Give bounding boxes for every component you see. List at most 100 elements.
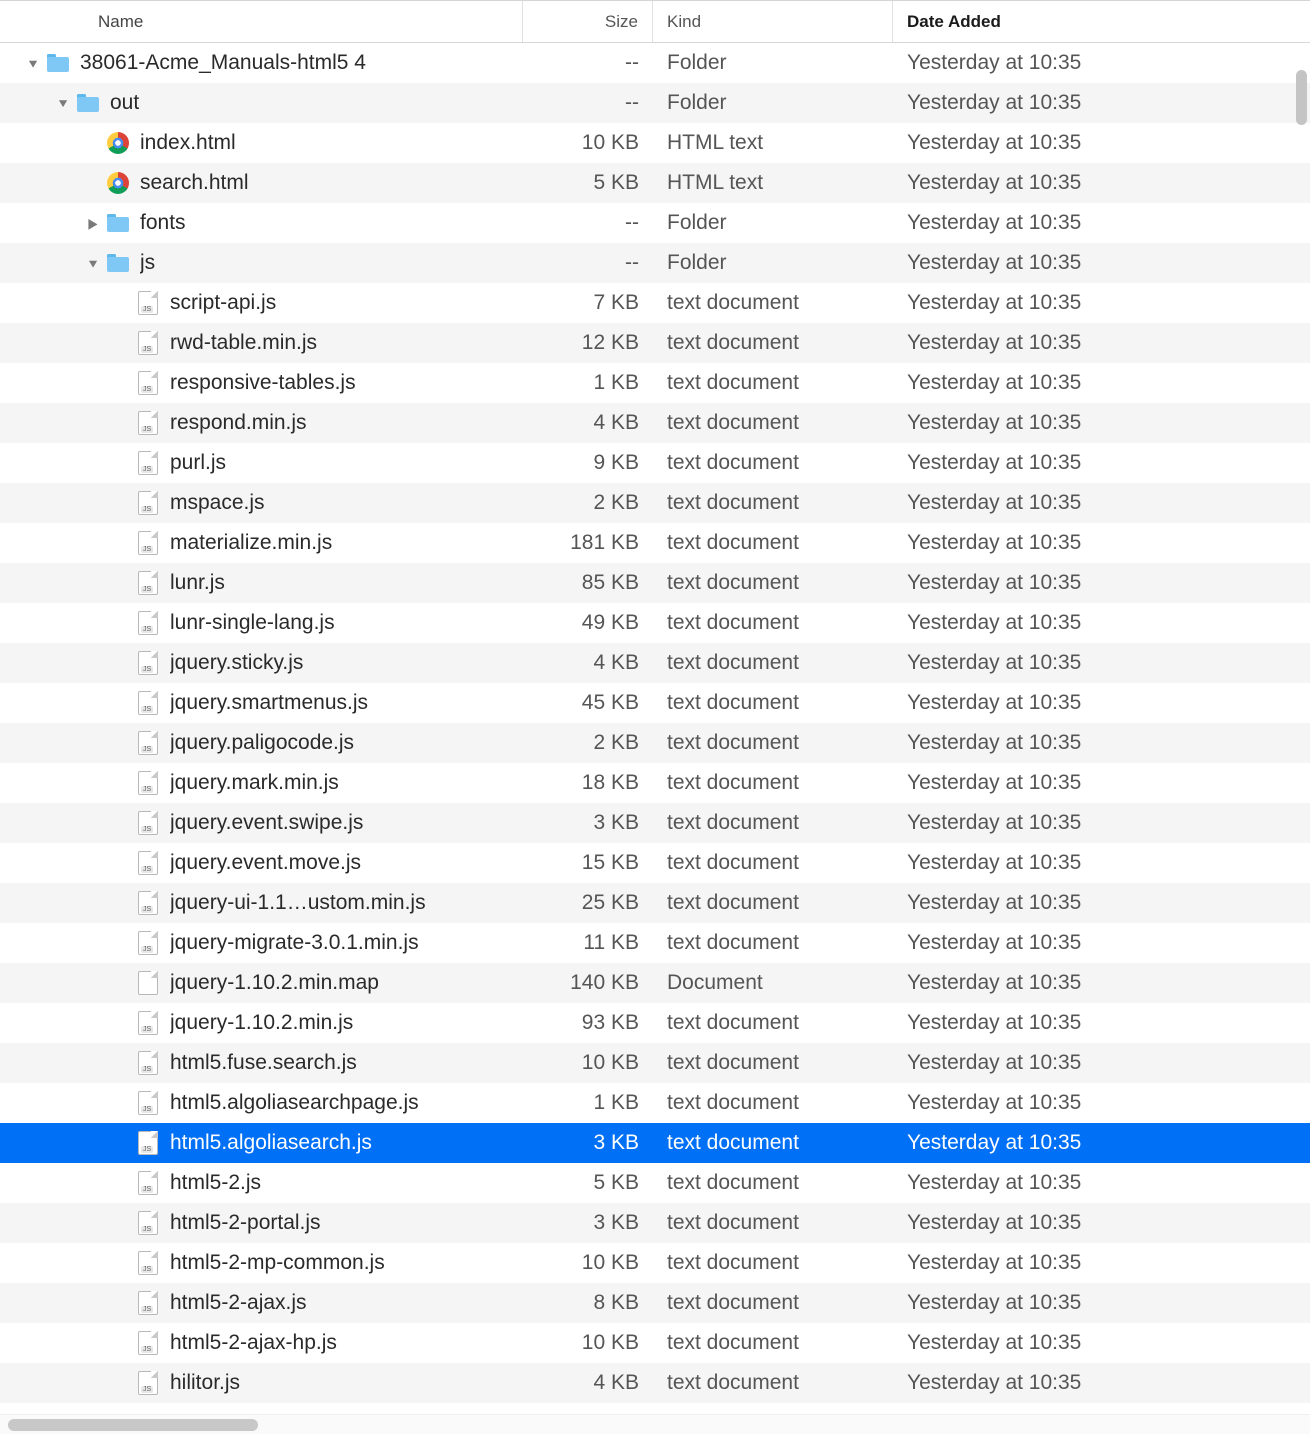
file-row[interactable]: JShtml5-2.js5 KBtext documentYesterday a… [0,1163,1310,1203]
name-cell[interactable]: JSjquery.smartmenus.js [0,691,523,715]
kind-cell: text document [653,1331,893,1355]
finder-list-view: Name Size Kind Date Added ▼38061-Acme_Ma… [0,0,1310,1434]
kind-cell: text document [653,1051,893,1075]
name-cell[interactable]: search.html [0,171,523,195]
file-row[interactable]: search.html5 KBHTML textYesterday at 10:… [0,163,1310,203]
file-row[interactable]: JSrespond.min.js4 KBtext documentYesterd… [0,403,1310,443]
file-row[interactable]: JSresponsive-tables.js1 KBtext documentY… [0,363,1310,403]
name-cell[interactable]: JSjquery.paligocode.js [0,731,523,755]
file-row[interactable]: JSjquery-1.10.2.min.js93 KBtext document… [0,1003,1310,1043]
js-file-icon: JS [136,571,160,595]
disclosure-down-icon[interactable]: ▼ [84,256,102,270]
file-row[interactable]: JSjquery.sticky.js4 KBtext documentYeste… [0,643,1310,683]
name-cell[interactable]: JSmaterialize.min.js [0,531,523,555]
name-cell[interactable]: JSjquery.event.move.js [0,851,523,875]
js-file-icon: JS [136,1211,160,1235]
horizontal-scrollbar-thumb[interactable] [8,1419,258,1431]
file-row[interactable]: JShtml5-2-mp-common.js10 KBtext document… [0,1243,1310,1283]
file-row[interactable]: JSrwd-table.min.js12 KBtext documentYest… [0,323,1310,363]
file-row[interactable]: JShtml5-2-ajax.js8 KBtext documentYester… [0,1283,1310,1323]
file-row[interactable]: ▼js--FolderYesterday at 10:35 [0,243,1310,283]
name-cell[interactable]: JSjquery-migrate-3.0.1.min.js [0,931,523,955]
name-cell[interactable]: JShtml5-2-portal.js [0,1211,523,1235]
disclosure-down-icon[interactable]: ▼ [24,56,42,70]
date-added-cell: Yesterday at 10:35 [893,1371,1310,1395]
file-row[interactable]: index.html10 KBHTML textYesterday at 10:… [0,123,1310,163]
kind-cell: Folder [653,211,893,235]
file-row[interactable]: JShilitor.js4 KBtext documentYesterday a… [0,1363,1310,1403]
js-file-icon: JS [136,1171,160,1195]
vertical-scrollbar[interactable] [1296,70,1307,125]
name-cell[interactable]: JSjquery.sticky.js [0,651,523,675]
name-cell[interactable]: jquery-1.10.2.min.map [0,971,523,995]
name-cell[interactable]: JSjquery.event.swipe.js [0,811,523,835]
file-row[interactable]: jquery-1.10.2.min.map140 KBDocumentYeste… [0,963,1310,1003]
name-cell[interactable]: JSlunr.js [0,571,523,595]
file-row[interactable]: JSjquery.event.move.js15 KBtext document… [0,843,1310,883]
kind-cell: text document [653,291,893,315]
name-cell[interactable]: JShilitor.js [0,1371,523,1395]
file-row[interactable]: JSjquery.event.swipe.js3 KBtext document… [0,803,1310,843]
name-cell[interactable]: ▼38061-Acme_Manuals-html5 4 [0,51,523,75]
header-date-added[interactable]: Date Added [893,1,1310,42]
disclosure-none [114,335,132,351]
name-cell[interactable]: index.html [0,131,523,155]
name-cell[interactable]: JSmspace.js [0,491,523,515]
file-row[interactable]: ▶fonts--FolderYesterday at 10:35 [0,203,1310,243]
name-cell[interactable]: ▼js [0,251,523,275]
name-cell[interactable]: JSjquery.mark.min.js [0,771,523,795]
name-cell[interactable]: JShtml5.fuse.search.js [0,1051,523,1075]
file-row[interactable]: JSjquery.mark.min.js18 KBtext documentYe… [0,763,1310,803]
file-row[interactable]: JShtml5.fuse.search.js10 KBtext document… [0,1043,1310,1083]
file-name: jquery-1.10.2.min.map [170,971,379,995]
file-list[interactable]: ▼38061-Acme_Manuals-html5 4--FolderYeste… [0,43,1310,1434]
name-cell[interactable]: JShtml5.algoliasearchpage.js [0,1091,523,1115]
name-cell[interactable]: JShtml5-2-mp-common.js [0,1251,523,1275]
file-row[interactable]: JSscript-api.js7 KBtext documentYesterda… [0,283,1310,323]
file-row[interactable]: JSjquery-ui-1.1…ustom.min.js25 KBtext do… [0,883,1310,923]
file-row[interactable]: JShtml5.algoliasearch.js3 KBtext documen… [0,1123,1310,1163]
file-row[interactable]: ▼38061-Acme_Manuals-html5 4--FolderYeste… [0,43,1310,83]
name-cell[interactable]: JShtml5-2-ajax-hp.js [0,1331,523,1355]
disclosure-right-icon[interactable]: ▶ [85,215,100,232]
file-row[interactable]: JShtml5-2-ajax-hp.js10 KBtext documentYe… [0,1323,1310,1363]
disclosure-down-icon[interactable]: ▼ [54,96,72,110]
file-row[interactable]: JSmspace.js2 KBtext documentYesterday at… [0,483,1310,523]
file-row[interactable]: JSjquery.smartmenus.js45 KBtext document… [0,683,1310,723]
name-cell[interactable]: JShtml5-2.js [0,1171,523,1195]
file-row[interactable]: JSlunr-single-lang.js49 KBtext documentY… [0,603,1310,643]
name-cell[interactable]: JSrespond.min.js [0,411,523,435]
header-kind[interactable]: Kind [653,1,893,42]
file-row[interactable]: JSjquery.paligocode.js2 KBtext documentY… [0,723,1310,763]
file-row[interactable]: JSmaterialize.min.js181 KBtext documentY… [0,523,1310,563]
name-cell[interactable]: JSlunr-single-lang.js [0,611,523,635]
name-cell[interactable]: JSrwd-table.min.js [0,331,523,355]
file-name: jquery.event.move.js [170,851,361,875]
name-cell[interactable]: ▼out [0,91,523,115]
file-row[interactable]: JSlunr.js85 KBtext documentYesterday at … [0,563,1310,603]
name-cell[interactable]: JSscript-api.js [0,291,523,315]
file-row[interactable]: JShtml5.algoliasearchpage.js1 KBtext doc… [0,1083,1310,1123]
header-size[interactable]: Size [523,1,653,42]
file-row[interactable]: ▼out--FolderYesterday at 10:35 [0,83,1310,123]
name-cell[interactable]: JShtml5-2-ajax.js [0,1291,523,1315]
name-cell[interactable]: JSjquery-1.10.2.min.js [0,1011,523,1035]
name-cell[interactable]: JSjquery-ui-1.1…ustom.min.js [0,891,523,915]
header-name[interactable]: Name [0,1,523,42]
file-row[interactable]: JSjquery-migrate-3.0.1.min.js11 KBtext d… [0,923,1310,963]
horizontal-scrollbar-track[interactable] [0,1414,1310,1434]
kind-cell: text document [653,411,893,435]
js-file-icon: JS [136,731,160,755]
disclosure-none [114,935,132,951]
date-added-cell: Yesterday at 10:35 [893,371,1310,395]
js-file-icon: JS [136,331,160,355]
kind-cell: text document [653,451,893,475]
js-file-icon: JS [136,531,160,555]
file-row[interactable]: JShtml5-2-portal.js3 KBtext documentYest… [0,1203,1310,1243]
name-cell[interactable]: JSresponsive-tables.js [0,371,523,395]
name-cell[interactable]: JSpurl.js [0,451,523,475]
name-cell[interactable]: JShtml5.algoliasearch.js [0,1131,523,1155]
name-cell[interactable]: ▶fonts [0,211,523,235]
file-row[interactable]: JSpurl.js9 KBtext documentYesterday at 1… [0,443,1310,483]
disclosure-none [114,1215,132,1231]
